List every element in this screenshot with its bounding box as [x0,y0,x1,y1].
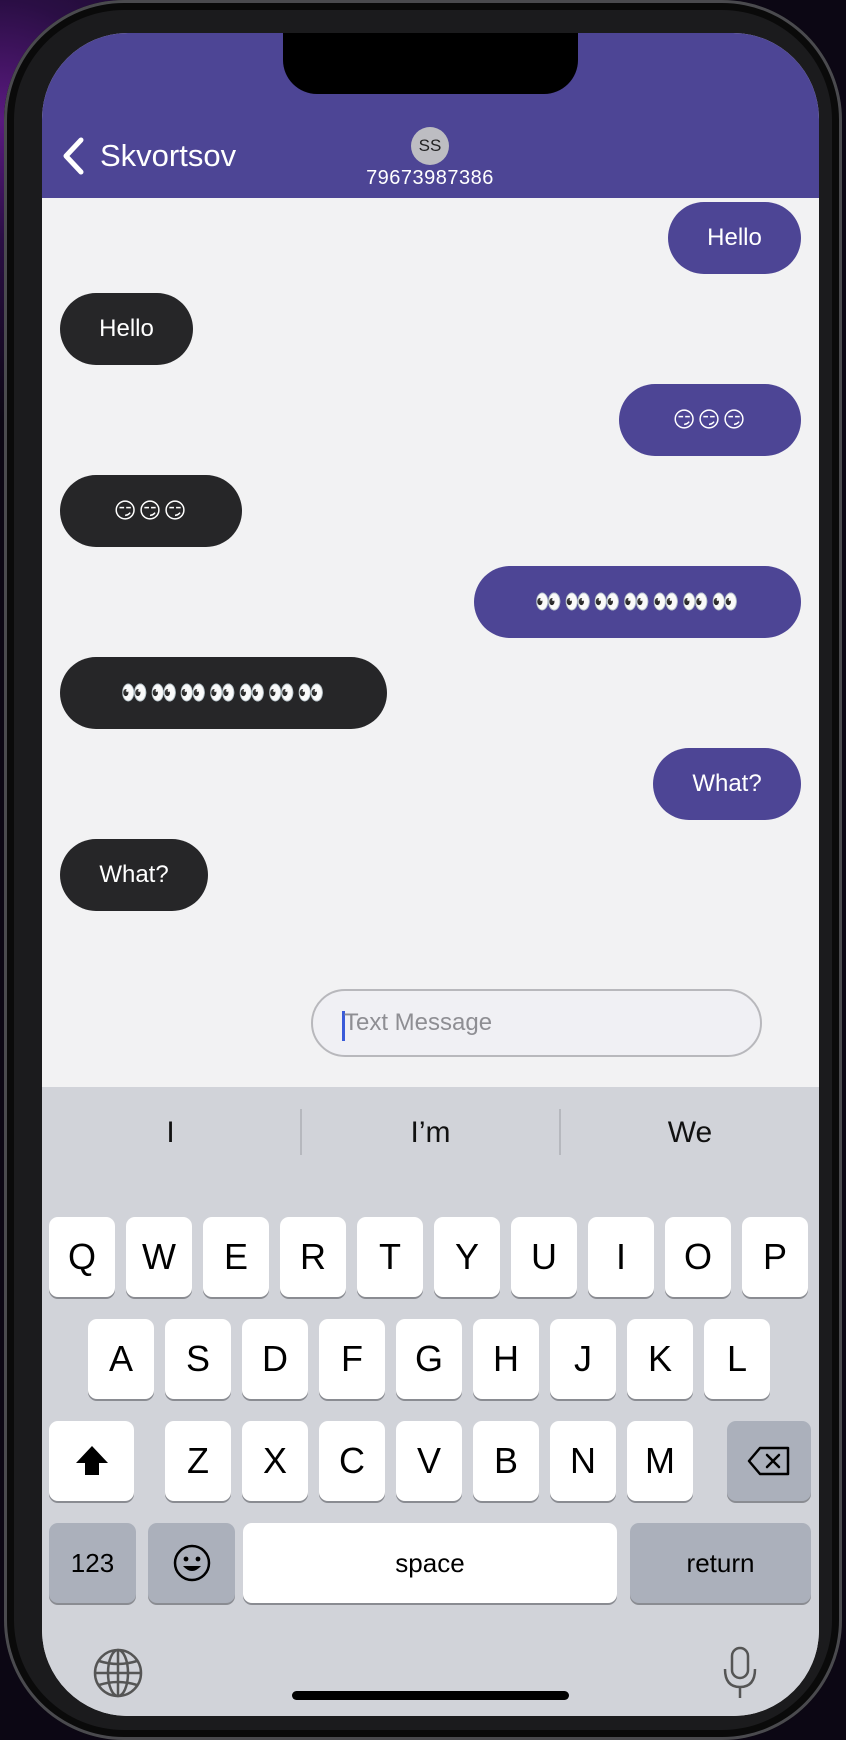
space-key[interactable]: space [243,1523,617,1603]
suggestion-item[interactable]: We [561,1087,819,1179]
keyboard: I I’m We Q W E R T Y U I O P A S D F G H… [42,1087,819,1716]
key-v[interactable]: V [396,1421,462,1501]
key-n[interactable]: N [550,1421,616,1501]
key-k[interactable]: K [627,1319,693,1399]
delete-key[interactable] [727,1421,811,1501]
backspace-icon [747,1446,790,1476]
dictation-button[interactable] [720,1645,760,1701]
key-u[interactable]: U [511,1217,577,1297]
message-bubble-outgoing[interactable]: What? [653,748,801,820]
phone-frame: Skvortsov SS 79673987386 Hello Hello 😏😏😏… [4,0,842,1740]
back-label: Skvortsov [100,138,237,173]
home-indicator[interactable] [292,1691,569,1700]
notch [283,33,578,94]
key-y[interactable]: Y [434,1217,500,1297]
key-o[interactable]: O [665,1217,731,1297]
phone-screen: Skvortsov SS 79673987386 Hello Hello 😏😏😏… [42,33,819,1716]
chat-header: Skvortsov SS 79673987386 [42,33,819,198]
key-p[interactable]: P [742,1217,808,1297]
contact-phone-number[interactable]: 79673987386 [330,167,530,190]
key-m[interactable]: M [627,1421,693,1501]
emoji-icon [173,1544,210,1582]
shift-key[interactable] [49,1421,134,1501]
key-f[interactable]: F [319,1319,385,1399]
key-x[interactable]: X [242,1421,308,1501]
globe-icon [93,1648,143,1698]
key-t[interactable]: T [357,1217,423,1297]
message-bubble-incoming[interactable]: 👀👀👀👀👀👀👀 [60,657,387,729]
numbers-key[interactable]: 123 [49,1523,136,1603]
key-g[interactable]: G [396,1319,462,1399]
key-h[interactable]: H [473,1319,539,1399]
message-bubble-outgoing[interactable]: 👀👀👀👀👀👀👀 [474,566,801,638]
key-e[interactable]: E [203,1217,269,1297]
message-bubble-outgoing[interactable]: 😏😏😏 [619,384,801,456]
key-r[interactable]: R [280,1217,346,1297]
microphone-icon [723,1646,757,1698]
key-c[interactable]: C [319,1421,385,1501]
emoji-key[interactable] [148,1523,235,1603]
suggestion-item[interactable]: I [42,1087,299,1179]
message-input-placeholder: Text Message [344,1009,493,1036]
key-j[interactable]: J [550,1319,616,1399]
message-bubble-incoming[interactable]: What? [60,839,208,911]
contact-avatar[interactable]: SS [411,127,449,165]
globe-button[interactable] [92,1647,144,1699]
back-button[interactable]: Skvortsov [61,136,236,176]
suggestion-item[interactable]: I’m [301,1087,560,1179]
key-b[interactable]: B [473,1421,539,1501]
key-i[interactable]: I [588,1217,654,1297]
shift-icon [75,1446,108,1475]
key-q[interactable]: Q [49,1217,115,1297]
message-input[interactable]: Text Message [311,989,762,1057]
chevron-left-icon [63,137,84,175]
key-w[interactable]: W [126,1217,192,1297]
key-z[interactable]: Z [165,1421,231,1501]
message-bubble-outgoing[interactable]: Hello [668,202,801,274]
key-l[interactable]: L [704,1319,770,1399]
key-s[interactable]: S [165,1319,231,1399]
key-a[interactable]: A [88,1319,154,1399]
return-key[interactable]: return [630,1523,811,1603]
message-bubble-incoming[interactable]: 😏😏😏 [60,475,242,547]
key-d[interactable]: D [242,1319,308,1399]
message-bubble-incoming[interactable]: Hello [60,293,193,365]
